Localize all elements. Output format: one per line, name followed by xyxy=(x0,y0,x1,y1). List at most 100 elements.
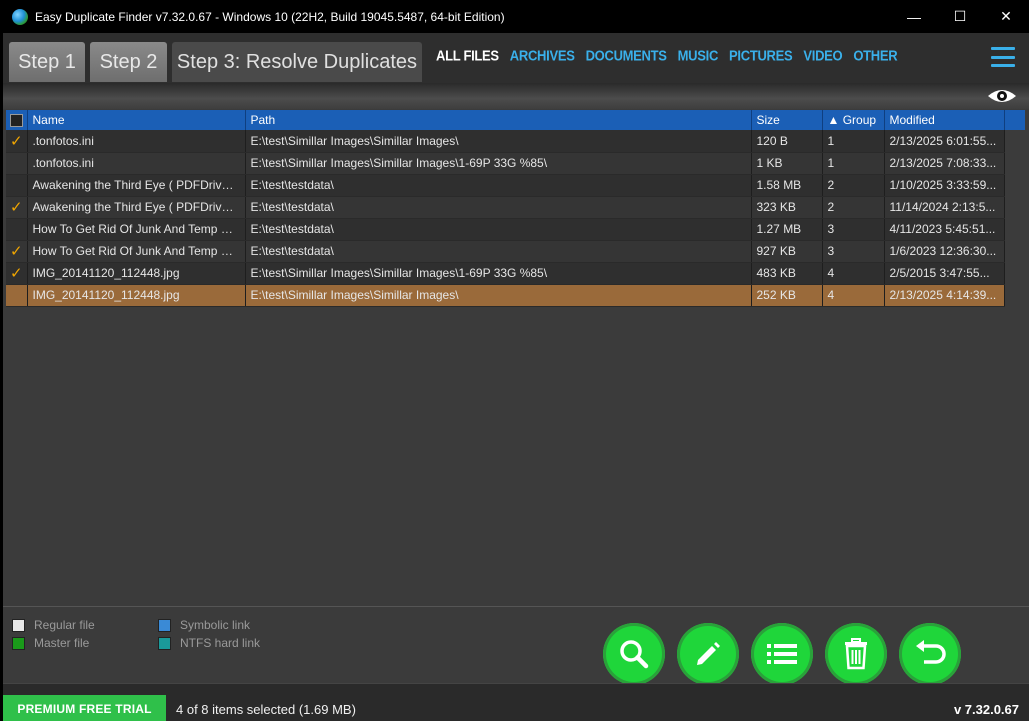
filter-archives[interactable]: ARCHIVES xyxy=(510,47,575,64)
table-row[interactable]: ✓ Awakening the Third Eye ( PDFDrive )..… xyxy=(6,196,1025,219)
table-row-selected[interactable]: IMG_20141120_112448.jpg E:\test\Simillar… xyxy=(6,284,1025,307)
file-size: 483 KB xyxy=(751,262,823,285)
trash-icon xyxy=(845,638,867,670)
legend-regular: Regular file xyxy=(12,618,95,632)
row-gap xyxy=(1004,262,1025,284)
file-path: E:\test\testdata\ xyxy=(245,240,752,263)
eye-icon[interactable] xyxy=(987,87,1017,105)
tab-step-2[interactable]: Step 2 xyxy=(90,42,167,82)
filter-pictures[interactable]: PICTURES xyxy=(729,47,793,64)
column-name[interactable]: Name xyxy=(27,110,246,130)
minimize-button[interactable]: — xyxy=(891,0,937,33)
master-file-swatch xyxy=(12,636,25,650)
table-row[interactable]: ✓ How To Get Rid Of Junk And Temp Fil...… xyxy=(6,240,1025,263)
edit-button[interactable] xyxy=(677,623,739,685)
bottom-panel: Regular file Master file Symbolic link N… xyxy=(3,606,1029,685)
selection-summary: 4 of 8 items selected (1.69 MB) xyxy=(176,702,356,717)
row-checkbox[interactable] xyxy=(6,174,28,197)
file-path: E:\test\Simillar Images\Simillar Images\… xyxy=(245,262,752,285)
legend-symlink-label: Symbolic link xyxy=(180,618,251,632)
tab-step-1[interactable]: Step 1 xyxy=(9,42,85,82)
file-group: 1 xyxy=(822,152,885,175)
file-size: 1.27 MB xyxy=(751,218,823,241)
file-path: E:\test\testdata\ xyxy=(245,174,752,197)
delete-button[interactable] xyxy=(825,623,887,685)
column-path[interactable]: Path xyxy=(245,110,752,130)
maximize-button[interactable]: ☐ xyxy=(937,0,983,33)
legend-master: Master file xyxy=(12,636,89,650)
hard-link-swatch xyxy=(158,636,171,650)
table-row[interactable]: ✓ .tonfotos.ini E:\test\Simillar Images\… xyxy=(6,130,1025,153)
file-name: Awakening the Third Eye ( PDFDrive )... xyxy=(27,196,246,219)
file-modified: 2/13/2025 4:14:39... xyxy=(884,284,1005,307)
file-group: 4 xyxy=(822,262,885,285)
file-name: Awakening the Third Eye ( PDFDrive )... xyxy=(27,174,246,197)
row-checkbox[interactable]: ✓ xyxy=(6,130,28,153)
file-name: How To Get Rid Of Junk And Temp Fil... xyxy=(27,218,246,241)
row-gap xyxy=(1004,130,1025,152)
row-checkbox[interactable]: ✓ xyxy=(6,262,28,285)
row-checkbox[interactable]: ✓ xyxy=(6,240,28,263)
filter-all-files[interactable]: ALL FILES xyxy=(436,47,499,64)
file-modified: 2/5/2015 3:47:55... xyxy=(884,262,1005,285)
window-title: Easy Duplicate Finder v7.32.0.67 - Windo… xyxy=(35,9,505,24)
tab-step-3[interactable]: Step 3: Resolve Duplicates xyxy=(172,42,422,82)
row-gap xyxy=(1004,240,1025,262)
view-toolbar xyxy=(3,83,1029,109)
row-checkbox[interactable] xyxy=(6,152,28,175)
file-group: 3 xyxy=(822,218,885,241)
file-path: E:\test\testdata\ xyxy=(245,196,752,219)
app-globe-icon xyxy=(12,8,28,25)
undo-icon xyxy=(916,640,946,664)
row-gap xyxy=(1004,174,1025,196)
select-all-checkbox[interactable] xyxy=(6,110,28,130)
duplicates-table[interactable]: Name Path Size ▲ Group Modified ✓ .tonfo… xyxy=(6,110,1026,605)
file-size: 1.58 MB xyxy=(751,174,823,197)
table-row[interactable]: ✓ IMG_20141120_112448.jpg E:\test\Simill… xyxy=(6,262,1025,285)
premium-trial-badge[interactable]: PREMIUM FREE TRIAL xyxy=(3,695,166,721)
list-icon xyxy=(767,644,797,664)
undo-button[interactable] xyxy=(899,623,961,685)
legend-symlink: Symbolic link xyxy=(158,618,250,632)
status-bar: PREMIUM FREE TRIAL 4 of 8 items selected… xyxy=(3,683,1029,721)
column-filler xyxy=(1004,110,1025,130)
column-group[interactable]: ▲ Group xyxy=(822,110,885,130)
file-name: How To Get Rid Of Junk And Temp Fil... xyxy=(27,240,246,263)
version-label: v 7.32.0.67 xyxy=(953,702,1019,717)
file-size: 252 KB xyxy=(751,284,823,307)
column-size[interactable]: Size xyxy=(751,110,823,130)
row-checkbox[interactable] xyxy=(6,284,28,307)
file-name: .tonfotos.ini xyxy=(27,152,246,175)
row-checkbox[interactable]: ✓ xyxy=(6,196,28,219)
file-size: 120 B xyxy=(751,130,823,153)
action-buttons xyxy=(603,623,961,685)
file-name: .tonfotos.ini xyxy=(27,130,246,153)
regular-file-swatch xyxy=(12,618,25,632)
file-modified: 4/11/2023 5:45:51... xyxy=(884,218,1005,241)
file-group: 2 xyxy=(822,196,885,219)
legend-hardlink: NTFS hard link xyxy=(158,636,260,650)
row-gap xyxy=(1004,284,1025,306)
filter-other[interactable]: OTHER xyxy=(853,47,897,64)
row-checkbox[interactable] xyxy=(6,218,28,241)
app-frame: Step 1 Step 2 Step 3: Resolve Duplicates… xyxy=(3,33,1029,721)
column-modified[interactable]: Modified xyxy=(884,110,1005,130)
file-size: 323 KB xyxy=(751,196,823,219)
file-path: E:\test\testdata\ xyxy=(245,218,752,241)
filter-music[interactable]: MUSIC xyxy=(678,47,719,64)
table-row[interactable]: .tonfotos.ini E:\test\Simillar Images\Si… xyxy=(6,152,1025,175)
filter-documents[interactable]: DOCUMENTS xyxy=(586,47,667,64)
title-bar: Easy Duplicate Finder v7.32.0.67 - Windo… xyxy=(0,0,1029,33)
filter-video[interactable]: VIDEO xyxy=(803,47,842,64)
table-header: Name Path Size ▲ Group Modified xyxy=(6,110,1025,130)
list-button[interactable] xyxy=(751,623,813,685)
close-button[interactable]: ✕ xyxy=(983,0,1029,33)
table-row[interactable]: Awakening the Third Eye ( PDFDrive )... … xyxy=(6,174,1025,197)
file-group: 2 xyxy=(822,174,885,197)
file-size: 1 KB xyxy=(751,152,823,175)
file-name: IMG_20141120_112448.jpg xyxy=(27,262,246,285)
menu-hamburger-icon[interactable] xyxy=(991,47,1015,67)
search-button[interactable] xyxy=(603,623,665,685)
table-row[interactable]: How To Get Rid Of Junk And Temp Fil... E… xyxy=(6,218,1025,241)
row-gap xyxy=(1004,152,1025,174)
